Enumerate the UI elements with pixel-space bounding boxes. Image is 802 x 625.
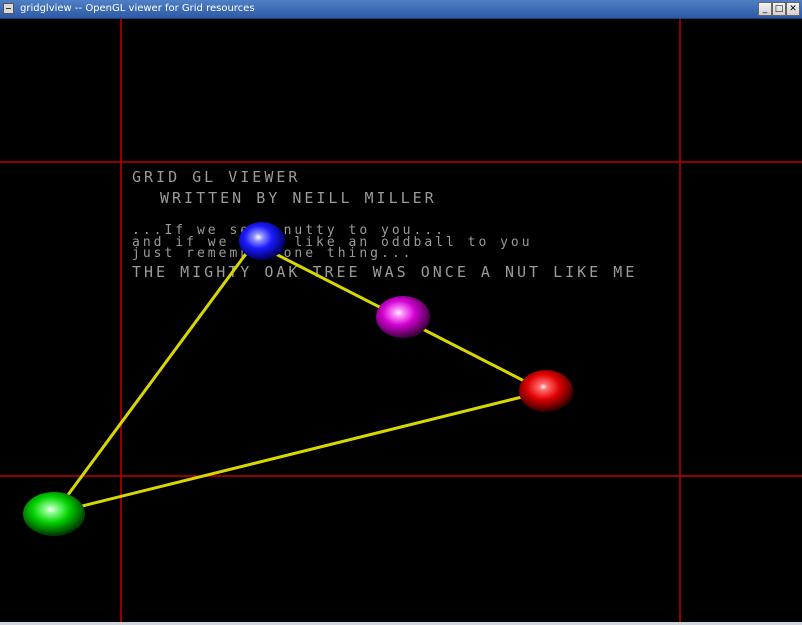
maximize-button[interactable]: □	[772, 2, 786, 16]
minimize-button[interactable]: _	[758, 2, 772, 16]
blue-node[interactable]	[239, 222, 285, 260]
title-bar[interactable]: gridglview -- OpenGL viewer for Grid res…	[0, 0, 802, 19]
green-node[interactable]	[23, 492, 85, 536]
link-green-red	[60, 393, 532, 513]
magenta-node[interactable]	[376, 296, 430, 338]
close-button[interactable]: ✕	[786, 2, 800, 16]
scene-render[interactable]: GRID GL VIEWER WRITTEN BY NEILL MILLER .…	[0, 19, 802, 622]
opengl-canvas[interactable]: GRID GL VIEWER WRITTEN BY NEILL MILLER .…	[0, 19, 802, 622]
credits-text: GRID GL VIEWER WRITTEN BY NEILL MILLER .…	[132, 168, 637, 281]
node-links	[60, 245, 534, 513]
window-title: gridglview -- OpenGL viewer for Grid res…	[20, 3, 255, 14]
window-menu-icon[interactable]	[3, 3, 14, 14]
viewer-motto: THE MIGHTY OAK TREE WAS ONCE A NUT LIKE …	[132, 263, 637, 281]
viewer-byline: WRITTEN BY NEILL MILLER	[160, 189, 437, 207]
viewer-heading: GRID GL VIEWER	[132, 168, 300, 186]
red-node[interactable]	[519, 370, 573, 412]
app-window: gridglview -- OpenGL viewer for Grid res…	[0, 0, 802, 625]
link-blue-green	[60, 249, 250, 505]
